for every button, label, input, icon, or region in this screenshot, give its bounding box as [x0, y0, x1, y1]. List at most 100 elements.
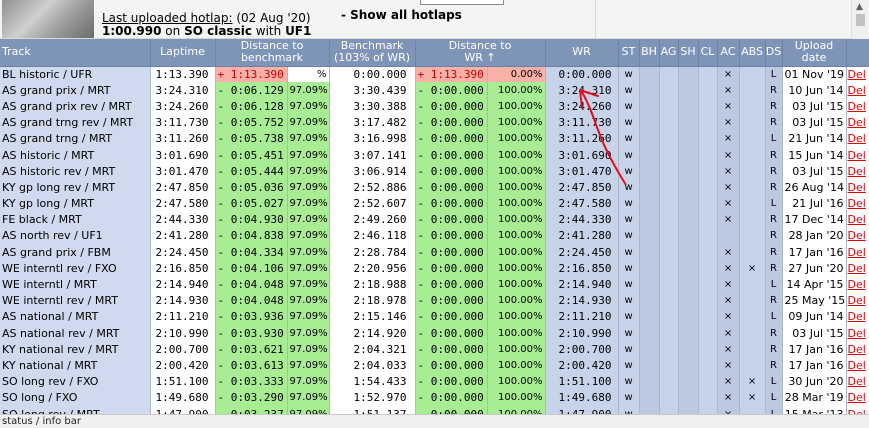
track-name[interactable]: WE interntl rev / MRT	[0, 292, 151, 309]
track-name[interactable]: AS national rev / MRT	[0, 325, 151, 342]
delete-link[interactable]: Del	[846, 292, 869, 309]
flag-sh	[678, 82, 699, 99]
track-name[interactable]: KY national / MRT	[0, 357, 151, 374]
track-name[interactable]: WE interntl / MRT	[0, 276, 151, 293]
col-track[interactable]: Track	[0, 39, 151, 67]
track-name[interactable]: AS grand prix / MRT	[0, 82, 151, 99]
upload-date: 17 Jan '16	[782, 244, 847, 261]
delete-link[interactable]: Del	[846, 163, 869, 180]
track-name[interactable]: AS grand trng rev / MRT	[0, 114, 151, 131]
delete-link[interactable]: Del	[846, 66, 869, 83]
upload-date: 03 Jul '15	[782, 114, 847, 131]
flag-bh	[639, 292, 660, 309]
flag-bh	[639, 66, 660, 83]
flag-ds: L	[765, 66, 783, 83]
flag-cl	[698, 341, 718, 358]
col-upload-date[interactable]: Upload date	[782, 39, 847, 67]
col-ds[interactable]: DS	[765, 39, 783, 67]
flag-st: w	[618, 98, 640, 115]
delete-link[interactable]: Del	[846, 146, 869, 164]
wr-time: 2:00.420	[545, 357, 619, 374]
flag-abs	[739, 276, 766, 293]
laptime: 3:24.310	[150, 82, 216, 99]
upload-date: 17 Jan '16	[782, 341, 847, 358]
track-name[interactable]: AS historic / MRT	[0, 146, 151, 164]
delete-link[interactable]: Del	[846, 373, 869, 390]
col-ag[interactable]: AG	[659, 39, 679, 67]
delete-link[interactable]: Del	[846, 98, 869, 115]
track-name[interactable]: AS historic rev / MRT	[0, 163, 151, 180]
delete-link[interactable]: Del	[846, 82, 869, 99]
benchmark-time: 2:04.321	[329, 341, 416, 358]
flag-sh	[678, 244, 699, 261]
distance-benchmark-pct: 97.09%	[287, 373, 330, 390]
flag-bh	[639, 389, 660, 406]
flag-abs	[739, 195, 766, 212]
flag-ds: R	[765, 244, 783, 261]
track-name[interactable]: KY gp long / MRT	[0, 195, 151, 212]
col-benchmark[interactable]: Benchmark (103% of WR)	[329, 39, 416, 67]
track-name[interactable]: AS north rev / UF1	[0, 227, 151, 245]
scroll-up-icon[interactable]: ▲	[856, 2, 863, 12]
delete-link[interactable]: Del	[846, 195, 869, 212]
delete-link[interactable]: Del	[846, 130, 869, 147]
show-all-hotlaps-link[interactable]: - Show all hotlaps	[341, 8, 462, 22]
track-name[interactable]: SO long / FXO	[0, 389, 151, 406]
track-name[interactable]: WE interntl rev / FXO	[0, 260, 151, 277]
delete-link[interactable]: Del	[846, 276, 869, 293]
track-name[interactable]: KY national rev / MRT	[0, 341, 151, 358]
delete-link[interactable]: Del	[846, 325, 869, 342]
delete-link[interactable]: Del	[846, 357, 869, 374]
scroll-thumb[interactable]	[856, 14, 865, 26]
delete-link[interactable]: Del	[846, 389, 869, 406]
laptime: 3:11.260	[150, 130, 216, 147]
distance-wr-pct: 100.00%	[487, 195, 546, 212]
flag-ag	[659, 130, 679, 147]
track-name[interactable]: KY gp long rev / MRT	[0, 179, 151, 196]
col-laptime[interactable]: Laptime	[150, 39, 216, 67]
col-st[interactable]: ST	[618, 39, 640, 67]
table-row: BL historic / UFR 1:13.390 + 1:13.390% 0:00…	[0, 66, 869, 83]
distance-benchmark: - 0:03.290	[215, 389, 288, 406]
track-name[interactable]: AS grand prix / FBM	[0, 244, 151, 261]
track-name[interactable]: AS grand trng / MRT	[0, 130, 151, 147]
delete-link[interactable]: Del	[846, 260, 869, 277]
track-name[interactable]: BL historic / UFR	[0, 66, 151, 83]
distance-benchmark-pct: 97.09%	[287, 195, 330, 212]
track-name[interactable]: AS national / MRT	[0, 308, 151, 325]
flag-bh	[639, 260, 660, 277]
col-wr[interactable]: WR	[545, 39, 619, 67]
upload-date: 21 Jul '16	[782, 195, 847, 212]
track-name[interactable]: SO long rev / FXO	[0, 373, 151, 390]
col-bh[interactable]: BH	[639, 39, 660, 67]
delete-link[interactable]: Del	[846, 179, 869, 196]
delete-link[interactable]: Del	[846, 114, 869, 131]
delete-link[interactable]: Del	[846, 341, 869, 358]
col-distance-wr[interactable]: Distance to WR ↑	[415, 39, 546, 67]
col-sh[interactable]: SH	[678, 39, 699, 67]
benchmark-time: 3:30.439	[329, 82, 416, 99]
delete-link[interactable]: Del	[846, 227, 869, 245]
col-abs[interactable]: ABS	[739, 39, 766, 67]
filter-select[interactable]	[420, 0, 504, 5]
last-hotlap-info: Last uploaded hotlap: (02 Aug '20)	[102, 11, 311, 25]
track-name[interactable]: AS grand prix rev / MRT	[0, 98, 151, 115]
table-row: AS grand prix / FBM 2:24.450- 0:04.334 97.…	[0, 244, 869, 261]
flag-ag	[659, 308, 679, 325]
col-cl[interactable]: CL	[698, 39, 718, 67]
flag-ac: ×	[717, 373, 740, 390]
col-ac[interactable]: AC	[717, 39, 740, 67]
delete-link[interactable]: Del	[846, 244, 869, 261]
flag-bh	[639, 341, 660, 358]
delete-link[interactable]: Del	[846, 211, 869, 228]
flag-ac: ×	[717, 114, 740, 131]
distance-wr-pct: 100.00%	[487, 146, 546, 164]
last-uploaded-link[interactable]: Last uploaded hotlap:	[102, 11, 233, 25]
delete-link[interactable]: Del	[846, 308, 869, 325]
laptime: 2:24.450	[150, 244, 216, 261]
col-distance-benchmark[interactable]: Distance to benchmark	[215, 39, 330, 67]
flag-ac: ×	[717, 163, 740, 180]
track-name[interactable]: FE black / MRT	[0, 211, 151, 228]
distance-benchmark-pct: 97.09%	[287, 276, 330, 293]
distance-wr-pct: 100.00%	[487, 308, 546, 325]
